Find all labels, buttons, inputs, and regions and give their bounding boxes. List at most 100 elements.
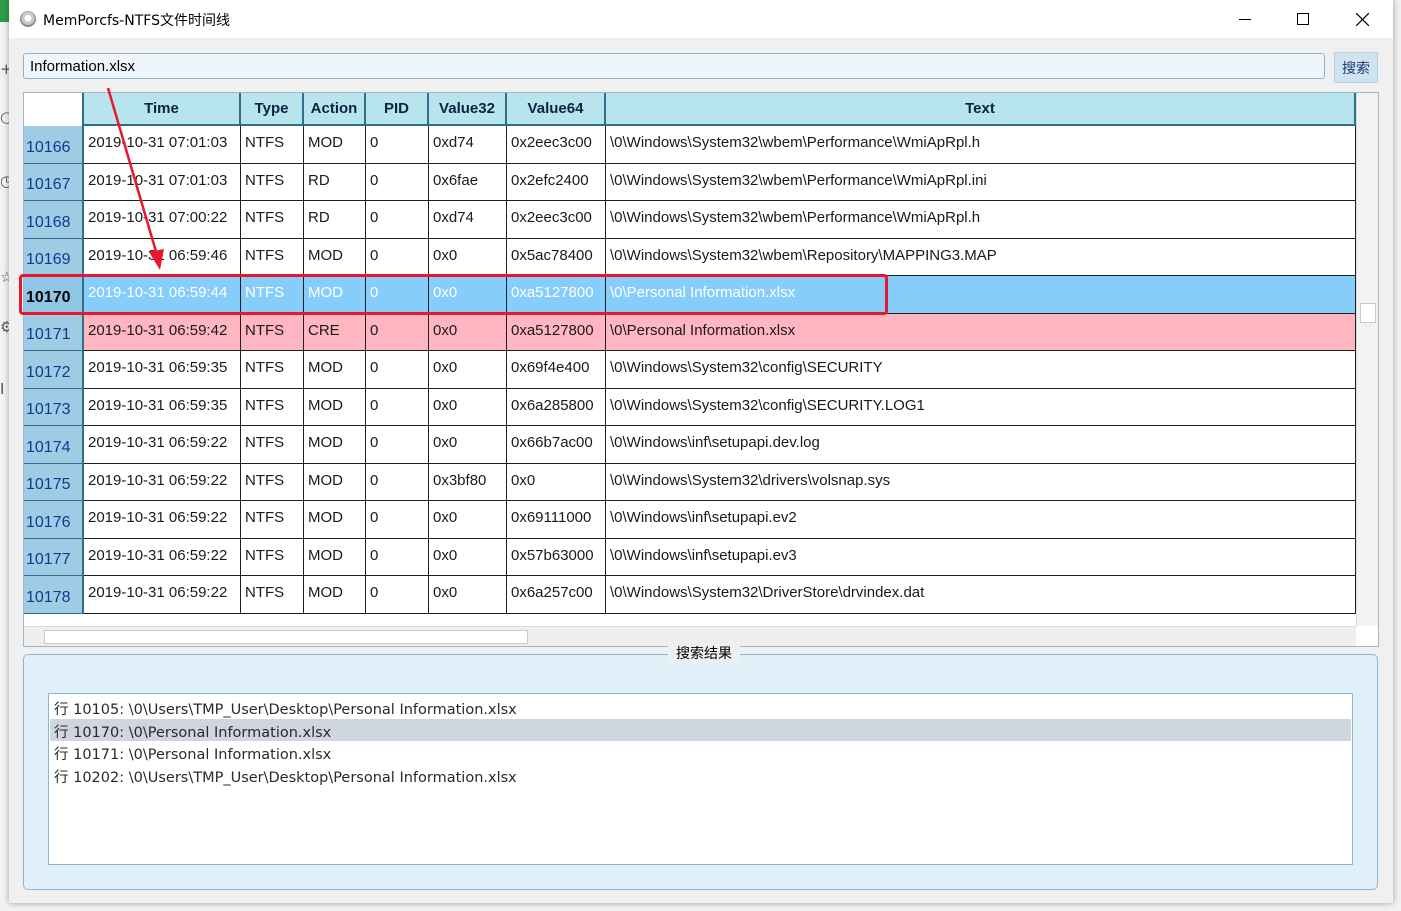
cell-text[interactable]: \0\Windows\System32\wbem\Performance\Wmi… [606,201,1356,239]
cell-time[interactable]: 2019-10-31 06:59:42 [84,313,241,351]
timeline-grid[interactable]: Time Type Action PID Value32 Value64 Tex… [23,92,1379,647]
cell-pid[interactable]: 0 [366,538,429,576]
cell-value64[interactable]: 0x6a257c00 [507,576,606,614]
minimize-button[interactable] [1216,0,1274,38]
cell-text[interactable]: \0\Personal Information.xlsx [606,276,1356,314]
cell-time[interactable]: 2019-10-31 06:59:22 [84,538,241,576]
row-number[interactable]: 10175 [24,463,84,501]
cell-text[interactable]: \0\Windows\System32\wbem\Repository\MAPP… [606,238,1356,276]
table-row[interactable]: 10176 2019-10-31 06:59:22 NTFS MOD 0 0x0 0x691… [24,501,1356,539]
cell-type[interactable]: NTFS [241,426,304,464]
cell-text[interactable]: \0\Windows\inf\setupapi.ev2 [606,501,1356,539]
cell-text[interactable]: \0\Windows\System32\drivers\volsnap.sys [606,463,1356,501]
cell-type[interactable]: NTFS [241,313,304,351]
cell-time[interactable]: 2019-10-31 07:00:22 [84,201,241,239]
cell-action[interactable]: MOD [304,576,366,614]
column-header-action[interactable]: Action [304,93,366,126]
cell-action[interactable]: MOD [304,276,366,314]
cell-action[interactable]: MOD [304,238,366,276]
cell-value64[interactable]: 0x5ac78400 [507,238,606,276]
cell-type[interactable]: NTFS [241,388,304,426]
cell-value64[interactable]: 0xa5127800 [507,276,606,314]
cell-value32[interactable]: 0x0 [429,426,507,464]
cell-text[interactable]: \0\Windows\inf\setupapi.dev.log [606,426,1356,464]
row-number[interactable]: 10176 [24,501,84,539]
result-item[interactable]: 行 10171: \0\Personal Information.xlsx [50,741,1351,763]
cell-type[interactable]: NTFS [241,501,304,539]
cell-value64[interactable]: 0x69f4e400 [507,351,606,389]
row-number[interactable]: 10169 [24,238,84,276]
cell-value32[interactable]: 0xd74 [429,126,507,164]
row-number[interactable]: 10178 [24,576,84,614]
cell-time[interactable]: 2019-10-31 06:59:22 [84,501,241,539]
table-row[interactable]: 10170 2019-10-31 06:59:44 NTFS MOD 0 0x0 0xa51… [24,276,1356,314]
search-results-list[interactable]: 行 10105: \0\Users\TMP_User\Desktop\Perso… [48,693,1353,865]
cell-value64[interactable]: 0xa5127800 [507,313,606,351]
table-row[interactable]: 10172 2019-10-31 06:59:35 NTFS MOD 0 0x0 0x69f… [24,351,1356,389]
cell-value32[interactable]: 0x0 [429,576,507,614]
cell-action[interactable]: RD [304,163,366,201]
cell-type[interactable]: NTFS [241,576,304,614]
cell-type[interactable]: NTFS [241,201,304,239]
result-item[interactable]: 行 10105: \0\Users\TMP_User\Desktop\Perso… [50,696,1351,718]
cell-action[interactable]: MOD [304,388,366,426]
cell-value64[interactable]: 0x2eec3c00 [507,201,606,239]
cell-type[interactable]: NTFS [241,351,304,389]
cell-action[interactable]: MOD [304,351,366,389]
table-row[interactable]: 10178 2019-10-31 06:59:22 NTFS MOD 0 0x0 0x6a2… [24,576,1356,614]
row-number[interactable]: 10167 [24,163,84,201]
cell-pid[interactable]: 0 [366,163,429,201]
table-row[interactable]: 10173 2019-10-31 06:59:35 NTFS MOD 0 0x0 0x6a2… [24,388,1356,426]
table-row[interactable]: 10168 2019-10-31 07:00:22 NTFS RD 0 0xd74 0x2e… [24,201,1356,239]
cell-type[interactable]: NTFS [241,538,304,576]
cell-text[interactable]: \0\Windows\System32\config\SECURITY [606,351,1356,389]
cell-value64[interactable]: 0x2efc2400 [507,163,606,201]
cell-value32[interactable]: 0x3bf80 [429,463,507,501]
cell-text[interactable]: \0\Windows\System32\wbem\Performance\Wmi… [606,163,1356,201]
cell-pid[interactable]: 0 [366,276,429,314]
cell-pid[interactable]: 0 [366,313,429,351]
cell-type[interactable]: NTFS [241,238,304,276]
cell-value64[interactable]: 0x66b7ac00 [507,426,606,464]
cell-type[interactable]: NTFS [241,463,304,501]
cell-action[interactable]: CRE [304,313,366,351]
column-header-value64[interactable]: Value64 [507,93,606,126]
row-number[interactable]: 10173 [24,388,84,426]
row-number[interactable]: 10171 [24,313,84,351]
search-button[interactable]: 搜索 [1334,52,1378,83]
cell-type[interactable]: NTFS [241,276,304,314]
cell-action[interactable]: MOD [304,538,366,576]
cell-pid[interactable]: 0 [366,501,429,539]
cell-text[interactable]: \0\Windows\System32\DriverStore\drvindex… [606,576,1356,614]
cell-value64[interactable]: 0x6a285800 [507,388,606,426]
cell-pid[interactable]: 0 [366,388,429,426]
row-number[interactable]: 10172 [24,351,84,389]
search-input[interactable] [23,53,1325,79]
cell-pid[interactable]: 0 [366,576,429,614]
cell-action[interactable]: MOD [304,426,366,464]
table-row[interactable]: 10171 2019-10-31 06:59:42 NTFS CRE 0 0x0 0xa51… [24,313,1356,351]
cell-text[interactable]: \0\Windows\inf\setupapi.ev3 [606,538,1356,576]
horizontal-scroll-thumb[interactable] [44,630,528,644]
result-item[interactable]: 行 10202: \0\Users\TMP_User\Desktop\Perso… [50,764,1351,786]
cell-value32[interactable]: 0x0 [429,238,507,276]
vertical-scrollbar[interactable] [1356,93,1378,626]
cell-pid[interactable]: 0 [366,126,429,164]
column-header-time[interactable]: Time [84,93,241,126]
cell-time[interactable]: 2019-10-31 06:59:35 [84,388,241,426]
maximize-button[interactable] [1274,0,1332,38]
cell-value32[interactable]: 0x0 [429,351,507,389]
vertical-scroll-thumb[interactable] [1360,303,1376,323]
cell-pid[interactable]: 0 [366,426,429,464]
cell-pid[interactable]: 0 [366,351,429,389]
row-number[interactable]: 10170 [24,276,84,314]
cell-value32[interactable]: 0x0 [429,388,507,426]
row-number[interactable]: 10177 [24,538,84,576]
cell-time[interactable]: 2019-10-31 06:59:46 [84,238,241,276]
table-row[interactable]: 10177 2019-10-31 06:59:22 NTFS MOD 0 0x0 0x57b… [24,538,1356,576]
cell-action[interactable]: MOD [304,126,366,164]
cell-value64[interactable]: 0x2eec3c00 [507,126,606,164]
cell-type[interactable]: NTFS [241,126,304,164]
cell-action[interactable]: RD [304,201,366,239]
cell-value32[interactable]: 0xd74 [429,201,507,239]
